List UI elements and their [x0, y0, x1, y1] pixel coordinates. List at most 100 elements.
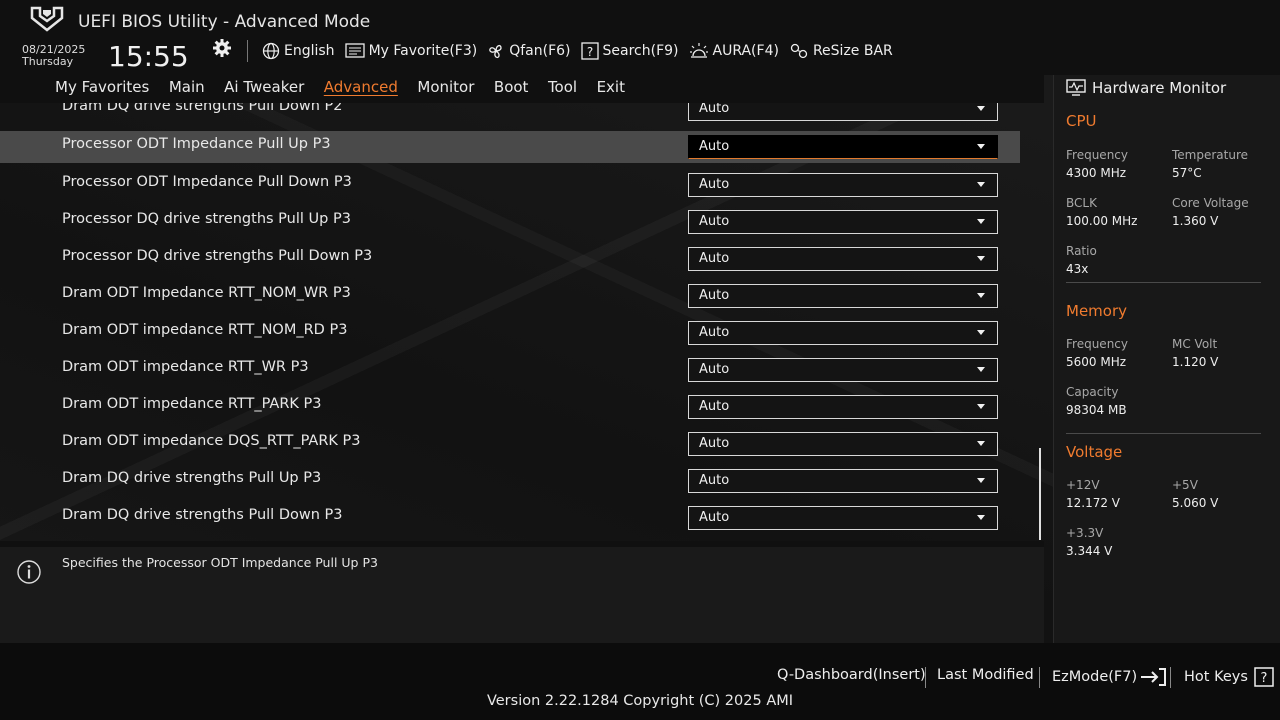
- setting-dropdown[interactable]: Auto: [688, 284, 998, 308]
- voltage-3v3: +3.3V 3.344 V: [1066, 524, 1112, 560]
- voltage-12v-value: 12.172 V: [1066, 496, 1121, 510]
- question-box-icon: ?: [580, 42, 599, 60]
- day-text: Thursday: [22, 55, 74, 68]
- memory-frequency-value: 5600 MHz: [1066, 355, 1127, 369]
- search-button[interactable]: ? Search(F9): [580, 42, 679, 60]
- language-button[interactable]: English: [262, 42, 335, 60]
- setting-row[interactable]: Processor ODT Impedance Pull Up P3 Auto: [0, 131, 1020, 163]
- settings-list: Dram DQ drive strengths Pull Down P2 Aut…: [0, 103, 1044, 541]
- dropdown-arrow-icon: [977, 404, 985, 409]
- dropdown-value: Auto: [699, 325, 730, 340]
- tab-boot[interactable]: Boot: [494, 75, 529, 99]
- setting-dropdown[interactable]: Auto: [688, 469, 998, 493]
- gear-icon[interactable]: [212, 38, 232, 58]
- menu-tabs: My Favorites Main Ai Tweaker Advanced Mo…: [55, 75, 644, 99]
- setting-row[interactable]: Dram ODT impedance DQS_RTT_PARK P3 Auto: [0, 428, 1020, 462]
- tab-advanced[interactable]: Advanced: [324, 75, 398, 99]
- dropdown-value: Auto: [699, 510, 730, 525]
- dropdown-arrow-icon: [977, 515, 985, 520]
- resize-bar-button[interactable]: ReSize BAR: [789, 42, 893, 60]
- voltage-3v3-value: 3.344 V: [1066, 544, 1113, 558]
- setting-label: Processor ODT Impedance Pull Up P3: [62, 136, 331, 152]
- setting-row[interactable]: Dram ODT impedance RTT_PARK P3 Auto: [0, 391, 1020, 425]
- dropdown-value: Auto: [699, 139, 730, 154]
- setting-dropdown[interactable]: Auto: [688, 432, 998, 456]
- ezmode-button[interactable]: EzMode(F7): [1052, 667, 1167, 687]
- help-text: Specifies the Processor ODT Impedance Pu…: [62, 555, 378, 570]
- star-list-icon: [344, 42, 365, 58]
- hw-divider: [1066, 433, 1261, 434]
- q-dashboard-button[interactable]: Q-Dashboard(Insert): [777, 667, 926, 683]
- tab-tool[interactable]: Tool: [548, 75, 577, 99]
- memory-capacity-label: Capacity: [1066, 385, 1119, 399]
- footer-divider: [1170, 667, 1171, 688]
- exit-arrow-icon: [1141, 668, 1167, 686]
- setting-label: Dram ODT impedance RTT_NOM_RD P3: [62, 322, 348, 338]
- setting-dropdown[interactable]: Auto: [688, 210, 998, 234]
- tab-main[interactable]: Main: [169, 75, 205, 99]
- memory-mc-volt-value: 1.120 V: [1172, 355, 1219, 369]
- aura-button[interactable]: AURA(F4): [689, 42, 779, 60]
- setting-dropdown[interactable]: Auto: [688, 321, 998, 345]
- dropdown-value: Auto: [699, 288, 730, 303]
- hot-keys-button[interactable]: Hot Keys ?: [1184, 667, 1274, 687]
- main-menu: My Favorites Main Ai Tweaker Advanced Mo…: [0, 75, 1044, 103]
- dropdown-arrow-icon: [977, 256, 985, 261]
- setting-row[interactable]: Dram ODT impedance RTT_NOM_RD P3 Auto: [0, 317, 1020, 351]
- tab-my-favorites[interactable]: My Favorites: [55, 75, 149, 99]
- voltage-5v-value: 5.060 V: [1172, 496, 1219, 510]
- dropdown-arrow-icon: [977, 182, 985, 187]
- setting-dropdown[interactable]: Auto: [688, 103, 998, 121]
- setting-dropdown[interactable]: Auto: [688, 173, 998, 197]
- hw-divider: [1066, 282, 1261, 283]
- my-favorite-button[interactable]: My Favorite(F3): [344, 42, 477, 60]
- tab-monitor[interactable]: Monitor: [417, 75, 474, 99]
- cpu-temperature-value: 57°C: [1172, 166, 1202, 180]
- toolbar: English My Favorite(F3) Qfan(F6) ? Searc…: [262, 42, 903, 60]
- setting-dropdown[interactable]: Auto: [688, 506, 998, 530]
- setting-row[interactable]: Dram DQ drive strengths Pull Down P2 Aut…: [0, 103, 1020, 127]
- last-modified-button[interactable]: Last Modified: [937, 667, 1034, 683]
- qfan-button[interactable]: Qfan(F6): [487, 42, 571, 60]
- setting-row[interactable]: Dram DQ drive strengths Pull Up P3 Auto: [0, 465, 1020, 499]
- monitor-icon: [1066, 79, 1086, 96]
- setting-row[interactable]: Dram ODT impedance RTT_WR P3 Auto: [0, 354, 1020, 388]
- clock: 15:55: [108, 40, 189, 73]
- tab-exit[interactable]: Exit: [597, 75, 625, 99]
- voltage-5v: +5V 5.060 V: [1172, 476, 1218, 512]
- setting-label: Dram ODT impedance RTT_WR P3: [62, 359, 309, 375]
- setting-dropdown[interactable]: Auto: [688, 358, 998, 382]
- dropdown-arrow-icon: [977, 293, 985, 298]
- cpu-bclk: BCLK 100.00 MHz: [1066, 194, 1137, 230]
- setting-row[interactable]: Dram ODT Impedance RTT_NOM_WR P3 Auto: [0, 280, 1020, 314]
- dropdown-value: Auto: [699, 251, 730, 266]
- memory-frequency: Frequency 5600 MHz: [1066, 335, 1128, 371]
- setting-dropdown[interactable]: Auto: [688, 135, 998, 159]
- cpu-core-voltage: Core Voltage 1.360 V: [1172, 194, 1249, 230]
- tuf-logo-icon: [30, 6, 64, 32]
- scrollbar-thumb[interactable]: [1039, 448, 1041, 540]
- cpu-temperature: Temperature 57°C: [1172, 146, 1248, 182]
- tab-ai-tweaker[interactable]: Ai Tweaker: [224, 75, 304, 99]
- cpu-frequency-value: 4300 MHz: [1066, 166, 1127, 180]
- dropdown-arrow-icon: [977, 478, 985, 483]
- voltage-3v3-label: +3.3V: [1066, 526, 1104, 540]
- setting-dropdown[interactable]: Auto: [688, 395, 998, 419]
- setting-label: Processor DQ drive strengths Pull Up P3: [62, 211, 351, 227]
- voltage-section-title: Voltage: [1066, 443, 1123, 461]
- footer-divider: [925, 667, 926, 688]
- setting-row[interactable]: Processor DQ drive strengths Pull Down P…: [0, 243, 1020, 277]
- setting-dropdown[interactable]: Auto: [688, 247, 998, 271]
- memory-frequency-label: Frequency: [1066, 337, 1128, 351]
- hot-keys-label: Hot Keys: [1184, 669, 1248, 685]
- date-display: 08/21/2025 Thursday: [22, 44, 85, 68]
- setting-row[interactable]: Dram DQ drive strengths Pull Down P3 Aut…: [0, 502, 1020, 536]
- setting-row[interactable]: Processor ODT Impedance Pull Down P3 Aut…: [0, 169, 1020, 203]
- svg-text:?: ?: [586, 45, 592, 59]
- memory-section-title: Memory: [1066, 302, 1128, 320]
- svg-text:?: ?: [1260, 671, 1267, 686]
- hardware-monitor-title: Hardware Monitor: [1092, 79, 1227, 97]
- footer: Q-Dashboard(Insert) Last Modified EzMode…: [0, 643, 1280, 720]
- setting-row[interactable]: Processor DQ drive strengths Pull Up P3 …: [0, 206, 1020, 240]
- memory-capacity-value: 98304 MB: [1066, 403, 1127, 417]
